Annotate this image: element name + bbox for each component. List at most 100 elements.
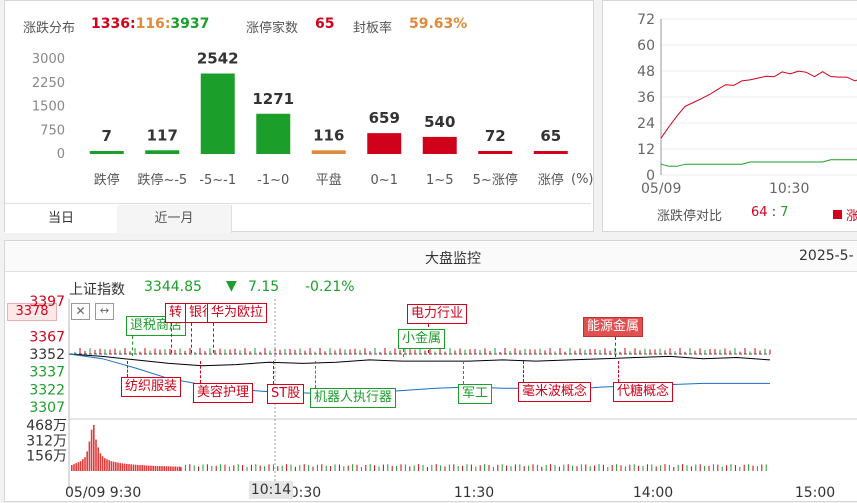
event-tag[interactable]: 机器人执行器 — [310, 388, 397, 408]
volume-bar — [77, 462, 80, 471]
y-tick-label: 3352 — [29, 347, 65, 363]
volume-bar — [95, 439, 97, 471]
limit-ratio-value: 64 : 7 — [751, 205, 789, 220]
event-tag[interactable]: 华为欧拉 — [207, 303, 268, 323]
y-tick-label: 3397 — [29, 294, 65, 310]
event-tag[interactable]: 代糖概念 — [613, 382, 674, 402]
bar — [533, 151, 568, 154]
volume-bar — [130, 464, 132, 471]
category-label: -1~0 — [257, 173, 289, 188]
y-tick-label: 3307 — [29, 400, 65, 416]
volume-bar — [99, 453, 102, 471]
event-tag-stem — [618, 361, 619, 382]
y-tick-label: 72 — [637, 12, 655, 28]
bar-value-label: 659 — [369, 109, 400, 127]
bar — [256, 113, 291, 154]
volume-bar — [176, 466, 179, 471]
volume-bar — [145, 465, 148, 471]
volume-bar — [156, 465, 159, 471]
unit-label: (%) — [571, 172, 594, 187]
volume-bar — [148, 465, 150, 471]
volume-bar — [108, 460, 110, 471]
volume-bar — [79, 461, 82, 471]
y-tick-label: 3337 — [29, 365, 65, 381]
y-tick-label: 3322 — [29, 382, 65, 398]
event-tag[interactable]: 电力行业 — [407, 304, 468, 324]
event-tag-stem — [171, 323, 172, 353]
volume-bar — [71, 465, 73, 471]
legend-label-limit-up: 涨 — [846, 209, 857, 224]
market-monitor-panel: 大盘监控 2025-5- 上证指数 3344.85 ▼ 7.15 -0.21% … — [4, 240, 857, 502]
event-tag-stem — [213, 323, 214, 353]
volume-bar — [126, 463, 128, 471]
event-tag[interactable]: 军工 — [458, 384, 493, 404]
event-tag-stem — [132, 336, 133, 356]
event-tag[interactable]: 能源金属 — [583, 317, 644, 337]
event-tag[interactable]: 毫米波概念 — [518, 382, 592, 402]
volume-bar — [106, 459, 108, 471]
category-label: 5~涨停 — [473, 172, 518, 188]
market-intraday-chart: 339733673352333733223307468万312万156万05/0… — [26, 294, 857, 501]
volume-bar — [97, 447, 99, 471]
volume-bar — [161, 466, 163, 471]
y-tick-label: 3367 — [29, 329, 65, 345]
cursor-time-badge: 10:14 — [249, 481, 293, 499]
bar-value-label: 72 — [485, 127, 506, 145]
volume-bar — [128, 464, 130, 471]
category-label: 0~1 — [371, 173, 398, 188]
volume-bar — [90, 429, 93, 471]
event-tag[interactable]: 小金属 — [398, 329, 446, 349]
bar-value-label: 7 — [102, 127, 112, 145]
volume-bar — [73, 464, 75, 471]
event-tag[interactable]: ST股 — [267, 384, 305, 404]
y-tick-label: 60 — [637, 38, 655, 54]
volume-bar — [159, 466, 161, 471]
y-tick-label: 12 — [637, 142, 655, 158]
volume-bar — [172, 466, 174, 471]
distribution-bar-chart: 3000 2250 1500 750 0 7 跌停 117 跌停~-5 2542 -5~-1 1271… — [32, 50, 568, 188]
tab-today[interactable]: 当日 — [5, 205, 118, 233]
category-label: 跌停~-5 — [137, 172, 187, 188]
event-tag[interactable]: 纺织服装 — [121, 377, 182, 397]
bar-value-label: 65 — [540, 127, 561, 145]
category-label: 1~5 — [426, 173, 453, 188]
event-tag-stem — [615, 337, 616, 357]
volume-bar — [84, 457, 86, 471]
volume-bar — [154, 465, 157, 471]
tab-recent-month[interactable]: 近一月 — [117, 205, 232, 233]
bar — [367, 133, 402, 154]
distribution-panel: 涨跌分布 1336:116:3937 涨停家数 65 封板率 59.63% 30… — [4, 0, 594, 233]
volume-tick-label: 156万 — [26, 449, 67, 465]
volume-bar — [101, 456, 104, 471]
legend-swatch-limit-up — [833, 210, 842, 219]
volume-bar — [170, 466, 172, 471]
volume-bar — [165, 466, 168, 471]
volume-bar — [123, 463, 126, 471]
volume-bar — [152, 465, 154, 471]
y-tick-label: 750 — [40, 123, 65, 138]
category-label: 涨停 — [538, 172, 564, 188]
event-tag[interactable]: 美容护理 — [193, 383, 254, 403]
y-tick-label: 48 — [637, 64, 655, 80]
volume-bar — [134, 464, 137, 471]
x-tick-label: 10:30 — [769, 181, 809, 197]
event-tag-stem — [523, 361, 524, 382]
x-tick-label: 05/09 — [641, 181, 681, 197]
series-line-limit-up — [660, 70, 857, 139]
volume-bar — [178, 466, 181, 471]
volume-bar — [121, 463, 124, 471]
limit-ratio-line-chart: 726048362412005/09 10:30 — [637, 12, 857, 197]
event-tag-stem — [191, 323, 192, 353]
volume-bar — [93, 425, 95, 471]
volume-bar — [82, 459, 84, 471]
volume-bar — [112, 461, 115, 471]
category-label: 跌停 — [94, 172, 120, 188]
bar — [478, 151, 513, 154]
volume-bar — [143, 465, 146, 471]
volume-bar — [167, 466, 170, 471]
volume-bar — [150, 465, 152, 471]
event-tag[interactable]: 转 — [165, 303, 187, 323]
volume-bar — [104, 458, 106, 471]
index-line — [68, 353, 771, 367]
volume-bar — [141, 465, 143, 471]
